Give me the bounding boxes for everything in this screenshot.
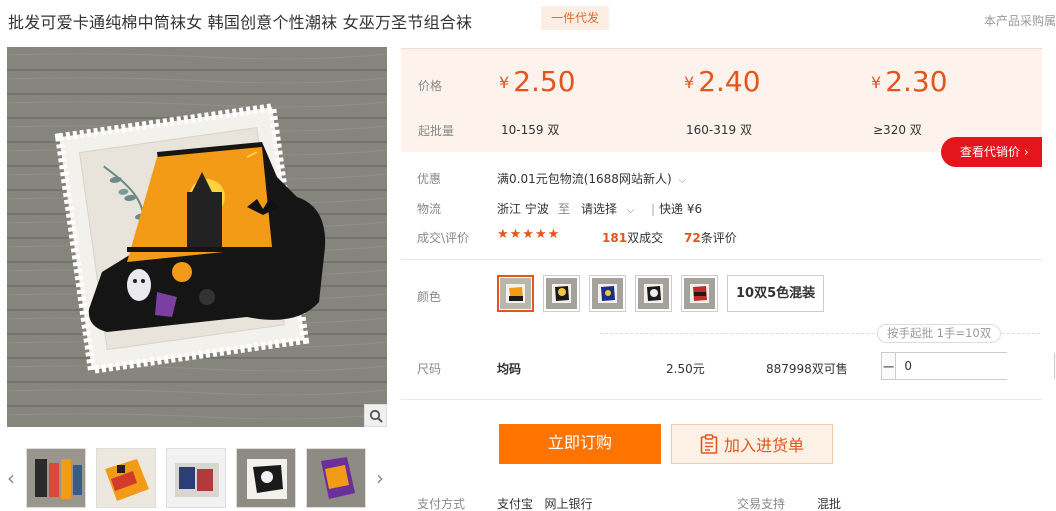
thumbnail-4[interactable]	[236, 448, 296, 508]
price-tier-3-range: ≥320 双	[873, 123, 922, 137]
price-panel: 价格 起批量 ¥2.50 10-159 双 ¥2.40 160-319 双 ¥2…	[401, 48, 1042, 152]
thumbnail-strip	[26, 448, 366, 508]
logistics-origin: 浙江 宁波	[497, 202, 549, 216]
size-value: 均码	[497, 362, 522, 376]
price-tier-2: ¥2.40	[684, 65, 761, 98]
destination-select[interactable]: 请选择 ⌵	[581, 200, 634, 217]
thumbnail-3[interactable]	[166, 448, 226, 508]
rating-stars: ★★★★★	[497, 227, 561, 242]
add-to-purchase-list-button[interactable]: 加入进货单	[671, 424, 833, 464]
price-tier-1-range: 10-159 双	[501, 123, 560, 137]
price-tier-2-range: 160-319 双	[686, 123, 752, 137]
logistics-to: 至	[558, 202, 571, 216]
price-tier-3: ¥2.30	[871, 65, 948, 98]
price-tier-3-value: ¥2.30	[871, 65, 948, 98]
size-price: 2.50元	[666, 362, 705, 376]
color-swatch-4[interactable]	[635, 275, 672, 312]
zoom-button[interactable]	[364, 404, 387, 427]
add-to-purchase-list-label: 加入进货单	[723, 436, 804, 455]
thumbnail-1[interactable]	[26, 448, 86, 508]
thumbnails-next-button[interactable]: ›	[372, 458, 388, 498]
main-product-image[interactable]	[7, 47, 387, 427]
logistics-label: 物流	[417, 202, 442, 216]
reviews-label: 成交\评价	[417, 231, 470, 245]
separator: |	[651, 202, 656, 216]
product-title: 批发可爱卡通纯棉中筒袜女 韩国创意个性潮袜 女巫万圣节组合袜	[8, 13, 473, 32]
color-option-mixed[interactable]: 10双5色混装	[727, 275, 825, 312]
view-agent-price-button[interactable]: 查看代销价 ›	[941, 137, 1042, 167]
thumbnail-2[interactable]	[96, 448, 156, 508]
thumbnail-5[interactable]	[306, 448, 366, 508]
reviews-count[interactable]: 72条评价	[684, 229, 737, 246]
color-swatch-3[interactable]	[589, 275, 626, 312]
clipboard-icon	[700, 434, 718, 454]
color-swatches	[497, 275, 718, 312]
divider	[401, 259, 1042, 260]
promo-text[interactable]: 满0.01元包物流(1688网站新人) ⌵	[497, 170, 686, 187]
min-batch-note: 按手起批 1手=10双	[877, 324, 1002, 343]
batch-label: 起批量	[418, 124, 455, 138]
quantity-stepper: − +	[881, 352, 1056, 380]
size-label: 尺码	[417, 362, 442, 376]
thumbnails-prev-button[interactable]: ‹	[3, 458, 19, 498]
chevron-left-icon: ‹	[7, 466, 15, 490]
chevron-down-icon: ⌵	[626, 205, 635, 216]
price-tier-1: ¥2.50	[499, 65, 576, 98]
payment-label: 支付方式	[417, 497, 466, 511]
deals-count[interactable]: 181双成交	[602, 229, 663, 246]
color-swatch-1[interactable]	[497, 275, 534, 312]
magnifier-icon	[369, 409, 383, 423]
trade-support-value: 混批	[817, 497, 842, 511]
price-label: 价格	[418, 79, 443, 93]
dropship-badge[interactable]: 一件代发	[541, 6, 609, 30]
express-fee: | 快递 ¥6	[651, 202, 703, 216]
buy-now-button[interactable]: 立即订购	[499, 424, 661, 464]
price-tier-1-value: ¥2.50	[499, 65, 576, 98]
color-swatch-2[interactable]	[543, 275, 580, 312]
quantity-decrement-button[interactable]: −	[882, 353, 896, 379]
divider	[401, 399, 1042, 400]
chevron-down-icon: ⌵	[678, 175, 687, 186]
chevron-right-icon: ›	[376, 466, 384, 490]
color-swatch-5[interactable]	[681, 275, 718, 312]
purchase-note: 本产品采购属	[983, 14, 1056, 28]
quantity-input[interactable]	[895, 353, 1056, 379]
color-label: 颜色	[417, 290, 442, 304]
payment-methods: 支付宝 网上银行	[497, 497, 593, 511]
price-tier-2-value: ¥2.40	[684, 65, 761, 98]
promo-label: 优惠	[417, 172, 442, 186]
stock-available: 887998双可售	[766, 362, 848, 376]
trade-support-label: 交易支持	[737, 497, 786, 511]
